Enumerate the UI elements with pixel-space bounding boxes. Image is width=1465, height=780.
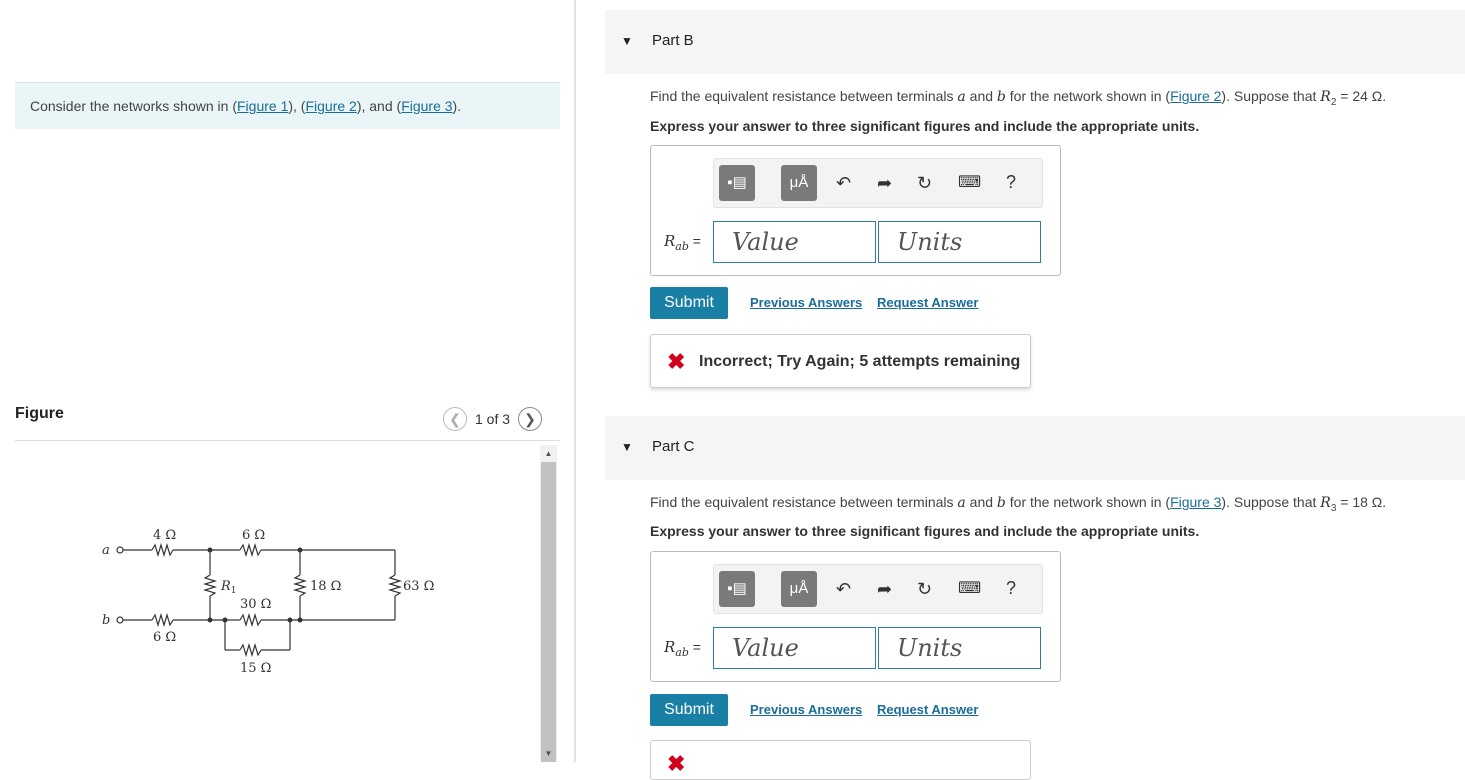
chevron-left-icon[interactable]: ❮ [443,407,467,431]
pane-divider [574,0,576,762]
keyboard-icon[interactable]: ⌨ [958,577,981,601]
part-c-request-answer-link[interactable]: Request Answer [877,702,978,717]
part-b-header[interactable]: ▼ Part B [605,10,1465,74]
undo-icon[interactable]: ↶ [836,577,851,601]
figure-3-link[interactable]: Figure 3 [401,98,452,114]
units-button[interactable]: μÅ [781,165,817,201]
math-toolbar: ▪▤ μÅ ↶ ➦ ↻ ⌨ ? [713,158,1043,208]
help-icon[interactable]: ? [1006,578,1016,599]
resistor-15-label: 15 Ω [240,661,271,676]
feedback-message: Incorrect; Try Again; 5 attempts remaini… [699,353,1021,370]
part-b-label: Part B [652,32,694,49]
part-c-answer-box: ▪▤ μÅ ↶ ➦ ↻ ⌨ ? Rab = Value Units [650,551,1061,682]
part-c-instruction: Express your answer to three significant… [650,523,1200,539]
part-c-label: Part C [652,438,695,455]
resistor-6-bottom-label: 6 Ω [153,630,176,645]
incorrect-x-icon: ✖ [667,349,686,374]
value-input[interactable]: Value [713,221,876,263]
reset-icon[interactable]: ↻ [917,171,932,195]
answer-label: Rab = [664,232,701,253]
undo-icon[interactable]: ↶ [836,171,851,195]
part-b-feedback: ✖ Incorrect; Try Again; 5 attempts remai… [650,334,1031,388]
resistor-63-label: 63 Ω [403,579,434,594]
redo-icon[interactable]: ➦ [877,577,892,601]
resistor-6-top-label: 6 Ω [242,528,265,543]
resistor-30-label: 30 Ω [240,597,271,612]
chevron-right-icon[interactable]: ❯ [518,407,543,431]
help-icon[interactable]: ? [1006,172,1016,193]
figure-counter: 1 of 3 [475,411,511,427]
terminal-b-label: b [102,613,110,628]
part-b-request-answer-link[interactable]: Request Answer [877,295,978,310]
template-icon[interactable]: ▪▤ [719,571,755,607]
part-b-question: Find the equivalent resistance between t… [650,88,1387,108]
part-b-submit-button[interactable]: Submit [650,287,728,319]
value-input[interactable]: Value [713,627,876,669]
figure-title: Figure [15,405,64,422]
intro-text: Consider the networks shown in ( [30,98,237,114]
math-toolbar: ▪▤ μÅ ↶ ➦ ↻ ⌨ ? [713,564,1043,614]
part-c-submit-button[interactable]: Submit [650,694,728,726]
figure-pager: ❮ 1 of 3 ❯ [443,406,543,432]
resistor-r1-label: R1 [220,579,237,596]
intro-sep: ), and ( [356,98,402,114]
part-b-answer-box: ▪▤ μÅ ↶ ➦ ↻ ⌨ ? Rab = Value Units [650,145,1061,276]
problem-intro: Consider the networks shown in (Figure 1… [15,82,560,129]
part-b-instruction: Express your answer to three significant… [650,118,1200,134]
scroll-up-arrow-icon[interactable]: ▲ [540,445,557,462]
resistor-18-label: 18 Ω [310,579,341,594]
intro-sep: ), ( [288,98,306,114]
part-c-feedback: ✖ [650,740,1031,780]
template-icon[interactable]: ▪▤ [719,165,755,201]
terminal-a-label: a [102,543,110,558]
incorrect-x-icon: ✖ [667,751,686,776]
circuit-diagram: a b 4 Ω 6 Ω 6 Ω R1 30 Ω 15 Ω 18 Ω 63 Ω [102,528,434,676]
scrollbar-thumb[interactable] [541,462,556,762]
figure-2-link[interactable]: Figure 2 [305,98,356,114]
caret-down-icon: ▼ [621,34,633,48]
units-input[interactable]: Units [878,221,1041,263]
intro-suffix: ). [452,98,462,114]
redo-icon[interactable]: ➦ [877,171,892,195]
figure-divider [15,440,560,441]
answer-label: Rab = [664,638,701,659]
part-c-header[interactable]: ▼ Part C [605,416,1465,480]
part-c-figure-link[interactable]: Figure 3 [1170,494,1221,510]
part-b-figure-link[interactable]: Figure 2 [1170,88,1221,104]
resistor-4-label: 4 Ω [153,528,176,543]
figure-1-link[interactable]: Figure 1 [237,98,288,114]
part-b-previous-answers-link[interactable]: Previous Answers [750,295,862,310]
scroll-down-arrow-icon[interactable]: ▼ [540,745,557,762]
reset-icon[interactable]: ↻ [917,577,932,601]
caret-down-icon: ▼ [621,440,633,454]
units-button[interactable]: μÅ [781,571,817,607]
part-c-previous-answers-link[interactable]: Previous Answers [750,702,862,717]
units-input[interactable]: Units [878,627,1041,669]
keyboard-icon[interactable]: ⌨ [958,171,981,195]
part-c-question: Find the equivalent resistance between t… [650,494,1387,514]
